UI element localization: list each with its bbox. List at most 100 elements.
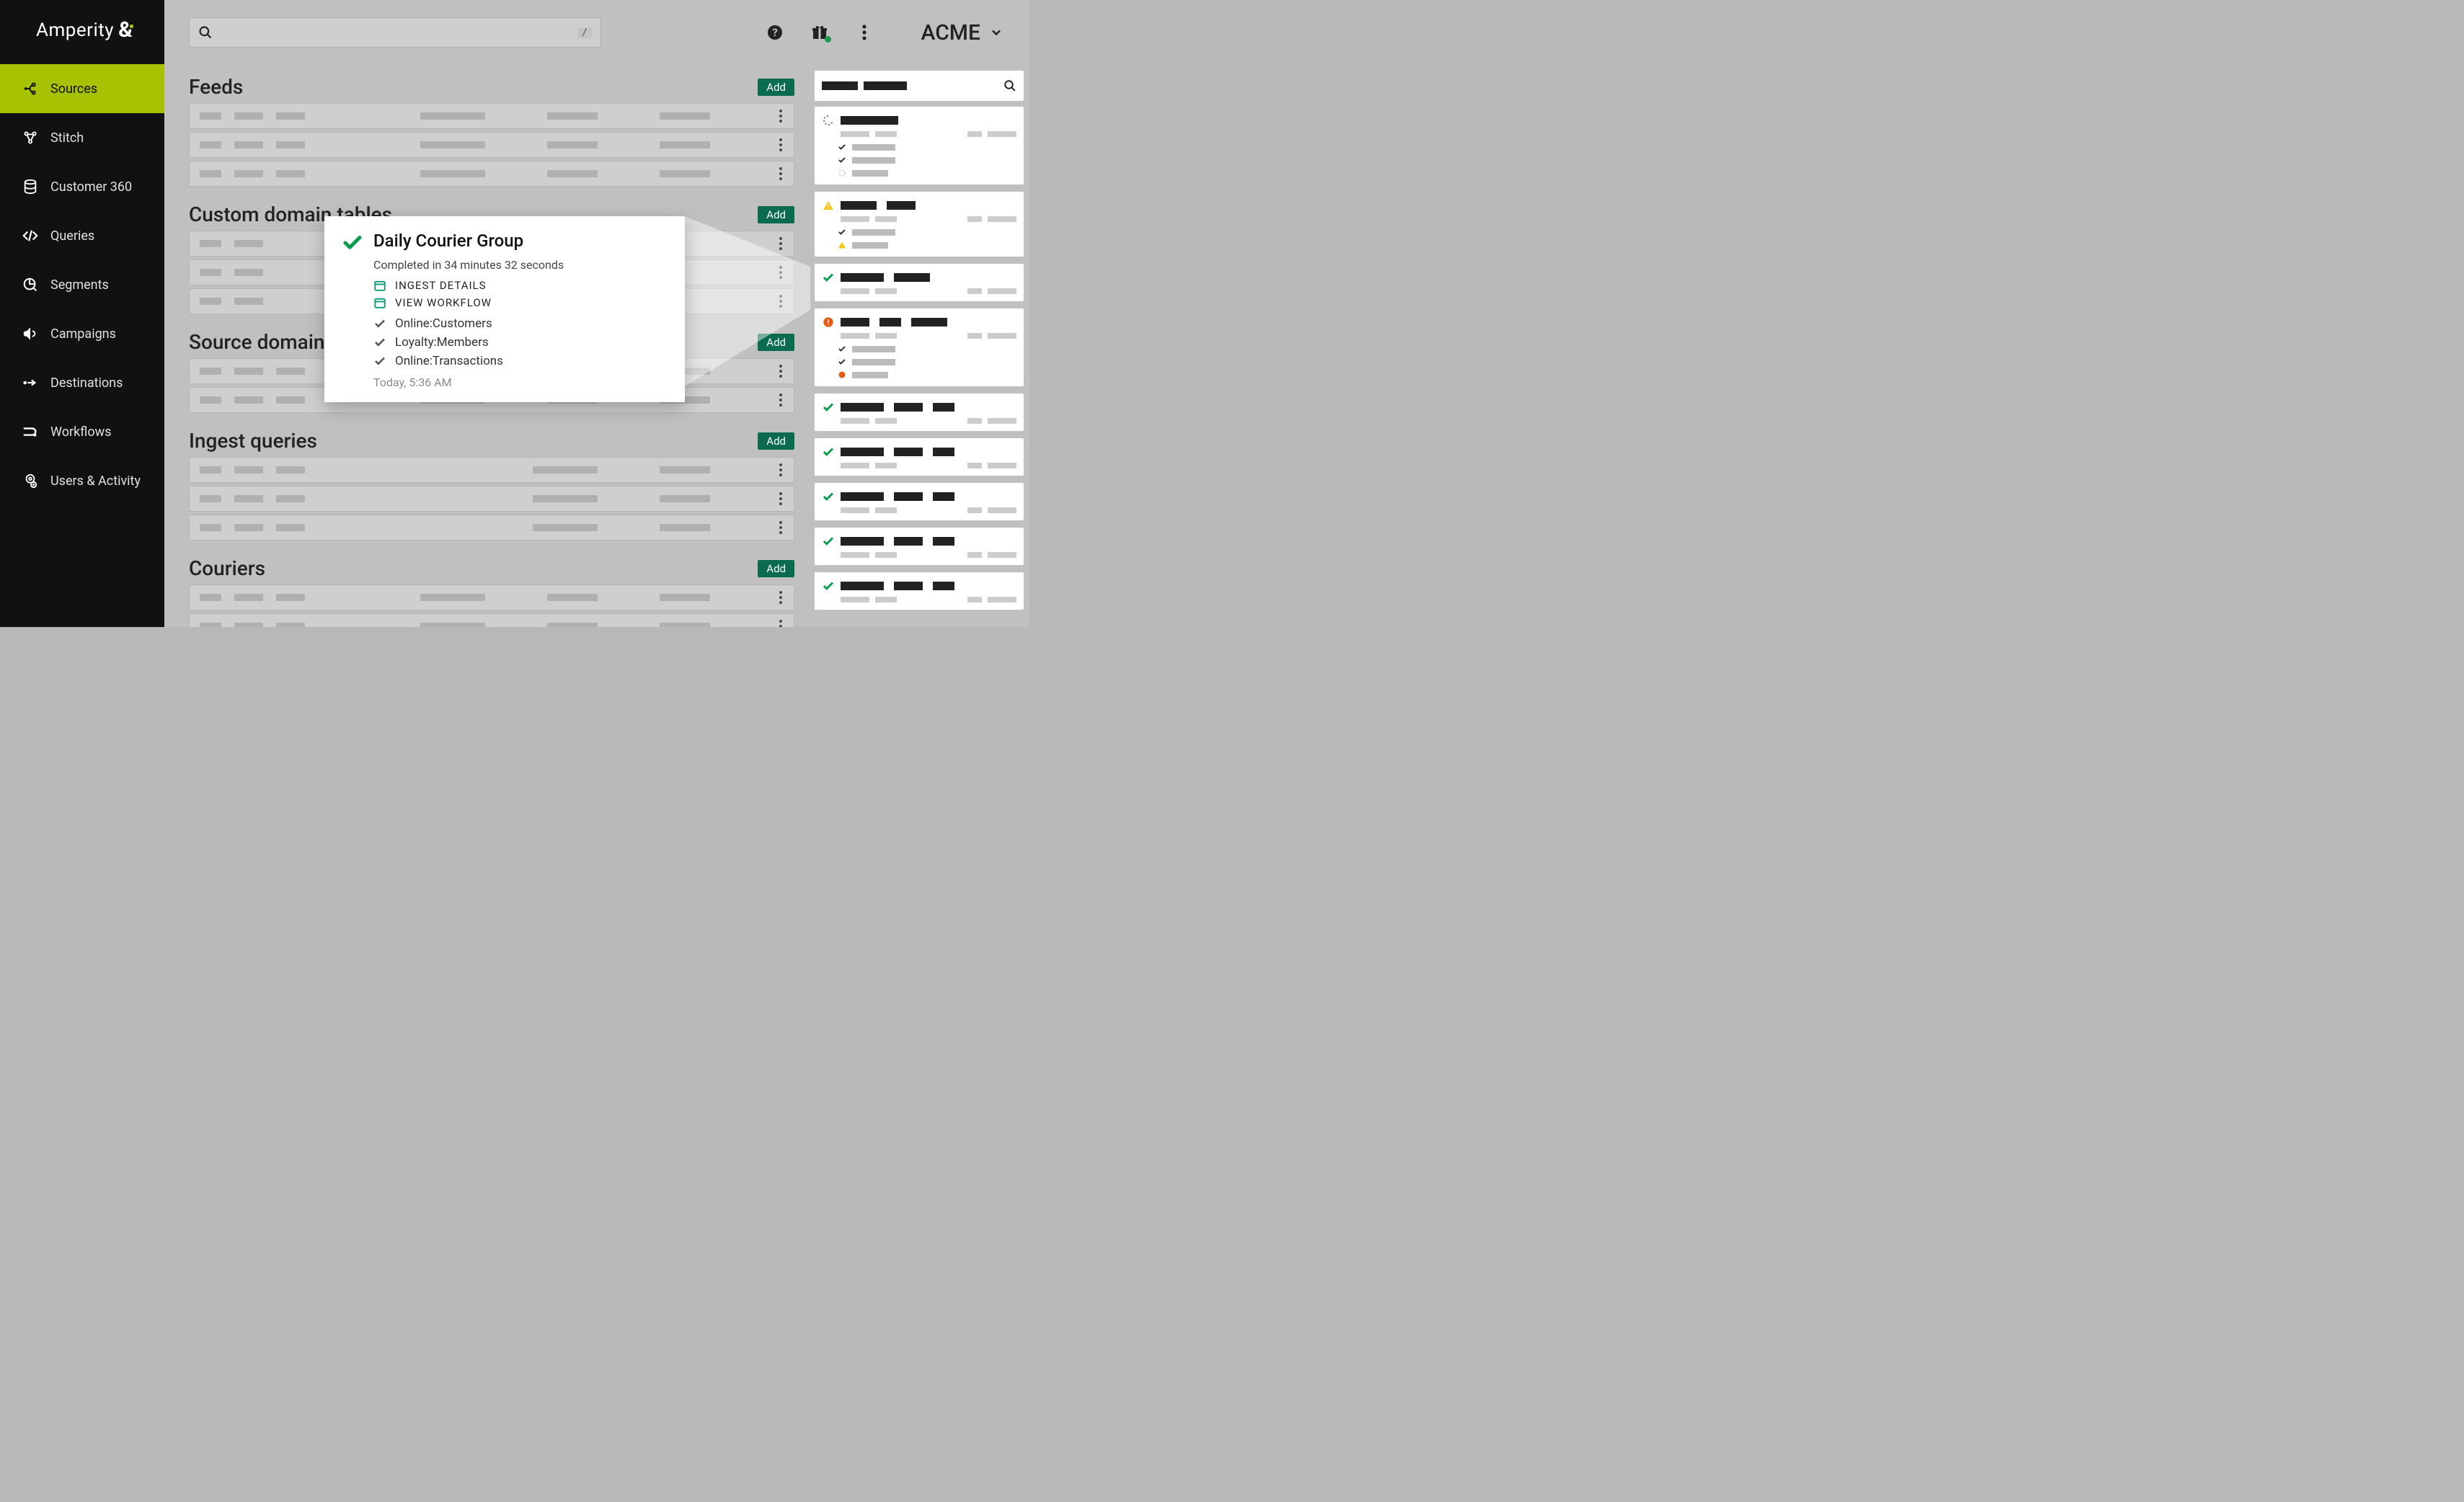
row-menu-icon[interactable] [779,463,784,476]
destinations-icon [22,374,39,391]
warning-icon [822,199,835,212]
table-row[interactable] [189,515,794,541]
check-icon [373,317,386,330]
calendar-icon [373,279,386,292]
row-menu-icon[interactable] [779,521,784,534]
check-icon [822,401,835,414]
ingest-details-link[interactable]: INGEST DETAILS [373,279,668,292]
check-icon [373,336,386,349]
search-shortcut: / [577,27,592,38]
success-check-icon [342,232,363,257]
topbar: / ? ACME [164,0,1029,65]
nav-label: Users & Activity [50,474,141,489]
nav-campaigns[interactable]: Campaigns [0,309,164,358]
nav-sources[interactable]: Sources [0,64,164,113]
nav-label: Stitch [50,130,84,146]
error-icon [822,316,835,329]
brand-name: Amperity [36,19,114,41]
row-menu-icon[interactable] [779,237,784,250]
activity-card[interactable] [815,572,1024,610]
activity-card[interactable] [815,483,1024,520]
search-icon [198,25,213,40]
nav-users-activity[interactable]: Users & Activity [0,456,164,505]
row-menu-icon[interactable] [779,110,784,123]
activity-detail-popup: Daily Courier Group Completed in 34 minu… [324,216,685,402]
segments-icon [22,276,39,293]
nav-label: Sources [50,81,97,97]
check-icon [838,228,846,236]
row-menu-icon[interactable] [779,365,784,378]
table-row[interactable] [189,132,794,158]
activity-search[interactable] [815,71,1024,101]
check-icon [838,143,846,151]
nav-label: Destinations [50,376,123,391]
svg-text:?: ? [772,26,777,39]
check-icon [838,345,846,353]
nav-label: Queries [50,228,94,244]
sources-icon [22,80,39,97]
kebab-menu-icon[interactable] [855,23,874,42]
workflow-icon [22,423,39,440]
error-icon [838,370,846,379]
activity-card[interactable] [815,528,1024,565]
check-icon [373,355,386,368]
popup-item: Online:Customers [373,316,668,331]
global-search-input[interactable]: / [189,17,601,48]
activity-card[interactable] [815,394,1024,431]
add-feed-button[interactable]: Add [758,79,794,96]
nav-stitch[interactable]: Stitch [0,113,164,162]
notification-dot [825,36,831,43]
top-icons: ? ACME [766,20,1012,45]
gift-icon[interactable] [810,23,829,42]
add-courier-button[interactable]: Add [758,560,794,577]
table-row[interactable] [189,613,794,627]
spinner-icon [838,169,846,177]
warning-icon [838,241,846,249]
help-icon[interactable]: ? [766,23,784,42]
table-row[interactable] [189,486,794,512]
section-title-couriers: Couriers [189,556,265,580]
check-icon [822,535,835,548]
activity-card[interactable] [815,107,1024,185]
table-row[interactable] [189,161,794,187]
check-icon [838,357,846,366]
popup-title: Daily Courier Group [373,231,523,251]
row-menu-icon[interactable] [779,266,784,279]
table-row[interactable] [189,457,794,483]
activity-card[interactable] [815,438,1024,476]
row-menu-icon[interactable] [779,620,784,627]
nav-destinations[interactable]: Destinations [0,358,164,407]
check-icon [838,156,846,164]
nav-queries[interactable]: Queries [0,211,164,260]
row-menu-icon[interactable] [779,394,784,406]
popup-item: Loyalty:Members [373,335,668,350]
tenant-switcher[interactable]: ACME [921,20,1012,45]
view-workflow-link[interactable]: VIEW WORKFLOW [373,296,668,309]
nav-customer360[interactable]: Customer 360 [0,162,164,211]
popup-timestamp: Today, 5:36 AM [373,376,668,389]
popup-subtitle: Completed in 34 minutes 32 seconds [373,258,668,272]
database-icon [22,178,39,195]
sidebar: Amperity & Sources Stitch Customer 360 [0,0,164,627]
row-menu-icon[interactable] [779,167,784,180]
row-menu-icon[interactable] [779,138,784,151]
nav-workflows[interactable]: Workflows [0,407,164,456]
megaphone-icon [22,325,39,342]
nav-segments[interactable]: Segments [0,260,164,309]
activity-card[interactable] [815,264,1024,301]
check-icon [822,271,835,284]
row-menu-icon[interactable] [779,295,784,308]
nav-label: Customer 360 [50,179,132,195]
add-ingest-query-button[interactable]: Add [758,432,794,450]
add-source-domain-button[interactable]: Add [758,334,794,351]
table-row[interactable] [189,585,794,610]
row-menu-icon[interactable] [779,492,784,505]
section-title-ingest-queries: Ingest queries [189,429,317,453]
app-root: Amperity & Sources Stitch Customer 360 [0,0,1029,627]
activity-card[interactable] [815,308,1024,386]
activity-card[interactable] [815,192,1024,257]
table-row[interactable] [189,103,794,129]
row-menu-icon[interactable] [779,591,784,604]
activity-panel [812,65,1029,627]
add-custom-domain-button[interactable]: Add [758,206,794,223]
